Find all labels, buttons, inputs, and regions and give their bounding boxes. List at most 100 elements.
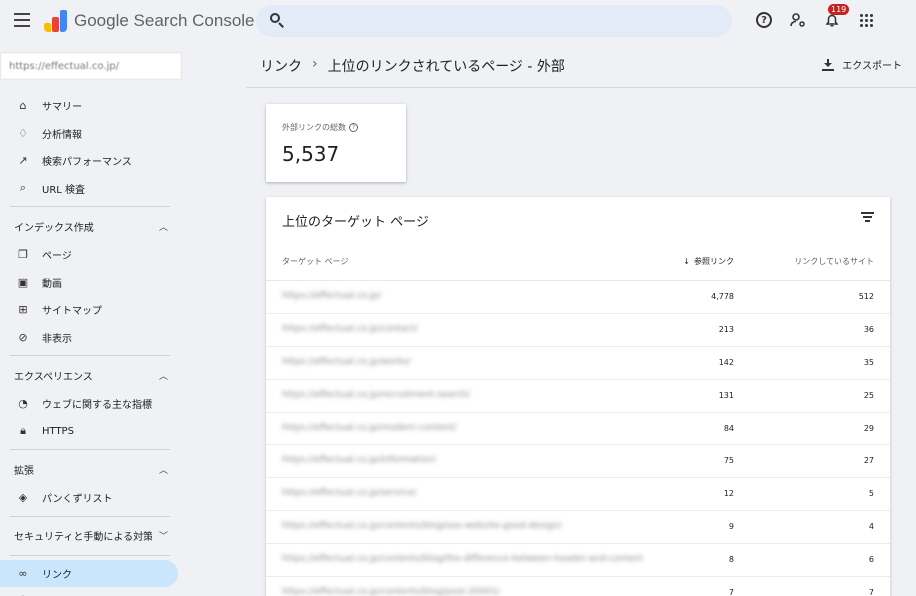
table-row[interactable]: https://effectual.co.jp/recruitment-sear… xyxy=(266,380,890,413)
sidebar-nav: ⌂ サマリー ♢ 分析情報 ↗ 検索パフォーマンス ⌕ URL 検査 インデック… xyxy=(0,92,180,596)
chevron-up-icon: ︿ xyxy=(158,371,168,382)
section-security[interactable]: セキュリティと手動による対策 ﹀ xyxy=(0,521,180,551)
lightbulb-icon: ♢ xyxy=(18,126,28,140)
link-icon: ∞ xyxy=(18,566,28,580)
target-page-url[interactable]: https://effectual.co.jp/modern-content/ xyxy=(282,423,642,433)
section-title: インデックス作成 xyxy=(14,222,94,234)
menu-icon[interactable] xyxy=(14,13,30,27)
sidebar-item-summary[interactable]: ⌂ サマリー xyxy=(0,92,180,120)
user-settings-icon[interactable] xyxy=(788,10,808,30)
referring-links-count: 12 xyxy=(723,489,734,499)
search-input[interactable] xyxy=(256,5,732,37)
search-console-logo-icon xyxy=(44,10,68,32)
divider xyxy=(246,87,916,88)
table-row[interactable]: https://effectual.co.jp/contact/213 36 xyxy=(266,314,890,347)
chevron-up-icon: ︿ xyxy=(158,222,168,233)
app-logo[interactable]: Google Search Console xyxy=(44,10,255,32)
download-icon xyxy=(822,58,835,71)
sidebar-item-label: URL 検査 xyxy=(42,184,86,196)
divider xyxy=(10,554,170,556)
column-header-label: 参照リンク xyxy=(694,257,734,266)
divider xyxy=(10,515,170,517)
top-target-pages-table: 上位のターゲット ページ ターゲット ページ ↓ 参照リンク リンクしているサイ… xyxy=(266,197,890,596)
linking-sites-count: 29 xyxy=(863,423,874,433)
referring-links-count: 84 xyxy=(723,423,734,433)
sidebar-item-achievements[interactable]: ✪ 実績 xyxy=(0,587,180,596)
table-row[interactable]: https://effectual.co.jp/contents/blog/th… xyxy=(266,544,890,578)
section-indexing[interactable]: インデックス作成 ︿ xyxy=(0,211,180,241)
property-selector[interactable]: https://effectual.co.jp/ xyxy=(0,52,182,80)
table-row[interactable]: https://effectual.co.jp/service/12 5 xyxy=(266,478,890,512)
trending-icon: ↗ xyxy=(18,154,28,168)
sidebar-item-url-inspection[interactable]: ⌕ URL 検査 xyxy=(0,175,180,203)
linking-sites-count: 35 xyxy=(863,357,874,367)
table-row[interactable]: https://effectual.co.jp/4,778 512 xyxy=(266,281,890,314)
sidebar-item-sitemap[interactable]: ⊞ サイトマップ xyxy=(0,296,180,324)
sidebar-item-links[interactable]: ∞ リンク xyxy=(0,559,178,587)
table-row[interactable]: https://effectual.co.jp/information/75 27 xyxy=(266,445,890,479)
search-icon[interactable] xyxy=(270,13,286,29)
sidebar-item-label: HTTPS xyxy=(42,425,74,437)
column-header-referring-links[interactable]: ↓ 参照リンク xyxy=(683,256,734,267)
gauge-icon: ◔ xyxy=(18,397,28,411)
linking-sites-count: 4 xyxy=(868,522,874,532)
filter-icon[interactable] xyxy=(861,212,874,222)
sitemap-icon: ⊞ xyxy=(18,303,28,317)
sidebar-item-removals[interactable]: ⊘ 非表示 xyxy=(0,324,180,352)
sidebar-item-label: 検索パフォーマンス xyxy=(42,157,132,169)
section-title: エクスペリエンス xyxy=(14,371,93,383)
target-page-url[interactable]: https://effectual.co.jp/contents/blog/se… xyxy=(282,521,642,531)
sidebar-item-pages[interactable]: ❐ ページ xyxy=(0,241,180,269)
sidebar-item-https[interactable]: 🔒︎ HTTPS xyxy=(0,418,180,446)
sidebar-item-video[interactable]: ▣ 動画 xyxy=(0,269,180,297)
breadcrumb-parent-link[interactable]: リンク xyxy=(260,56,302,76)
export-label: エクスポート xyxy=(842,61,902,72)
sidebar-item-insights[interactable]: ♢ 分析情報 xyxy=(0,120,180,148)
help-icon[interactable]: ? xyxy=(754,10,774,30)
target-page-url[interactable]: https://effectual.co.jp/contact/ xyxy=(282,324,642,334)
column-header-linking-sites[interactable]: リンクしているサイト xyxy=(794,256,874,267)
help-icon[interactable]: ? xyxy=(349,123,358,132)
target-page-url[interactable]: https://effectual.co.jp/contents/blog/po… xyxy=(282,587,642,596)
section-experience[interactable]: エクスペリエンス ︿ xyxy=(0,360,180,390)
table-body: https://effectual.co.jp/4,778 512 https://… xyxy=(266,281,890,596)
app-title: Google Search Console xyxy=(74,11,255,30)
referring-links-count: 8 xyxy=(728,555,734,565)
video-icon: ▣ xyxy=(17,275,29,289)
export-button[interactable]: エクスポート xyxy=(822,57,902,72)
main-content: リンク › 上位のリンクされているページ - 外部 エクスポート 外部リンクの総… xyxy=(246,44,916,596)
chevron-down-icon: ﹀ xyxy=(158,532,168,542)
table-row[interactable]: https://effectual.co.jp/works/142 35 xyxy=(266,347,890,380)
stat-value: 5,537 xyxy=(282,142,340,166)
sidebar-item-core-web-vitals[interactable]: ◔ ウェブに関する主な指標 xyxy=(0,390,180,418)
referring-links-count: 75 xyxy=(723,456,734,466)
property-url: https://effectual.co.jp/ xyxy=(9,60,119,72)
sidebar: https://effectual.co.jp/ ⌂ サマリー ♢ 分析情報 ↗… xyxy=(0,44,182,596)
column-header-target-page: ターゲット ページ xyxy=(282,257,349,266)
breadcrumb-separator: › xyxy=(312,56,318,72)
table-row[interactable]: https://effectual.co.jp/modern-content/8… xyxy=(266,413,890,446)
referring-links-count: 213 xyxy=(718,324,734,334)
top-app-bar: Google Search Console ? 119 xyxy=(0,0,916,44)
table-row[interactable]: https://effectual.co.jp/contents/blog/se… xyxy=(266,511,890,545)
referring-links-count: 4,778 xyxy=(711,292,734,301)
sidebar-item-performance[interactable]: ↗ 検索パフォーマンス xyxy=(0,147,180,175)
apps-grid-icon[interactable] xyxy=(856,10,876,30)
linking-sites-count: 7 xyxy=(868,588,874,596)
linking-sites-count: 25 xyxy=(863,390,874,400)
target-page-url[interactable]: https://effectual.co.jp/works/ xyxy=(282,357,642,367)
target-page-url[interactable]: https://effectual.co.jp/contents/blog/th… xyxy=(282,554,642,564)
linking-sites-count: 5 xyxy=(868,489,874,499)
linking-sites-count: 512 xyxy=(858,292,874,301)
target-page-url[interactable]: https://effectual.co.jp/information/ xyxy=(282,455,642,465)
table-row[interactable]: https://effectual.co.jp/contents/blog/po… xyxy=(266,577,890,596)
divider xyxy=(10,355,170,356)
target-page-url[interactable]: https://effectual.co.jp/recruitment-sear… xyxy=(282,390,642,400)
notifications-bell-icon[interactable]: 119 xyxy=(822,4,850,30)
section-enhancements[interactable]: 拡張 ︿ xyxy=(0,454,180,484)
referring-links-count: 131 xyxy=(718,390,734,400)
sidebar-item-breadcrumbs[interactable]: ◈ パンくずリスト xyxy=(0,484,180,512)
target-page-url[interactable]: https://effectual.co.jp/service/ xyxy=(282,488,642,498)
target-page-url[interactable]: https://effectual.co.jp/ xyxy=(282,291,642,301)
stat-label: 外部リンクの総数 ? xyxy=(282,122,358,133)
